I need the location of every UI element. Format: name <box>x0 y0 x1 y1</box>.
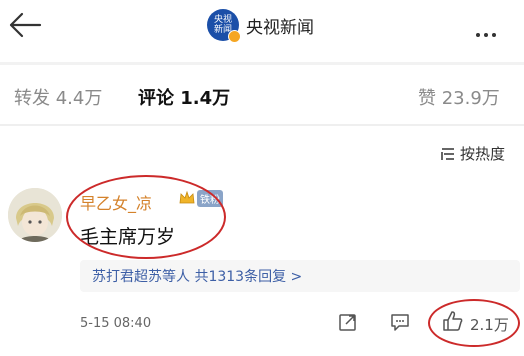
verified-icon <box>228 30 241 43</box>
annotation-circle-like <box>428 299 520 347</box>
account-logo[interactable]: 央视 新闻 <box>207 9 241 43</box>
header-divider <box>0 62 524 65</box>
tab-repost[interactable]: 转发 4.4万 <box>14 84 102 110</box>
reply-icon[interactable] <box>390 312 410 336</box>
tabs-divider <box>0 124 524 126</box>
share-icon[interactable] <box>338 312 358 336</box>
tab-comments[interactable]: 评论 1.4万 <box>138 84 230 110</box>
logo-line-1: 央视 <box>213 15 232 25</box>
replies-summary-link[interactable]: 苏打君超苏等人 共1313条回复 > <box>92 266 302 286</box>
sort-by-hot-button[interactable]: 按热度 <box>440 143 505 164</box>
sort-icon <box>441 147 454 160</box>
sort-label: 按热度 <box>460 145 506 163</box>
tab-likes[interactable]: 赞 23.9万 <box>418 84 500 110</box>
avatar[interactable] <box>8 188 62 242</box>
account-name[interactable]: 央视新闻 <box>246 13 314 38</box>
back-arrow-icon[interactable] <box>8 12 42 38</box>
comment-timestamp: 5-15 08:40 <box>80 316 152 331</box>
more-icon[interactable] <box>476 22 500 41</box>
annotation-circle-comment <box>66 175 226 259</box>
